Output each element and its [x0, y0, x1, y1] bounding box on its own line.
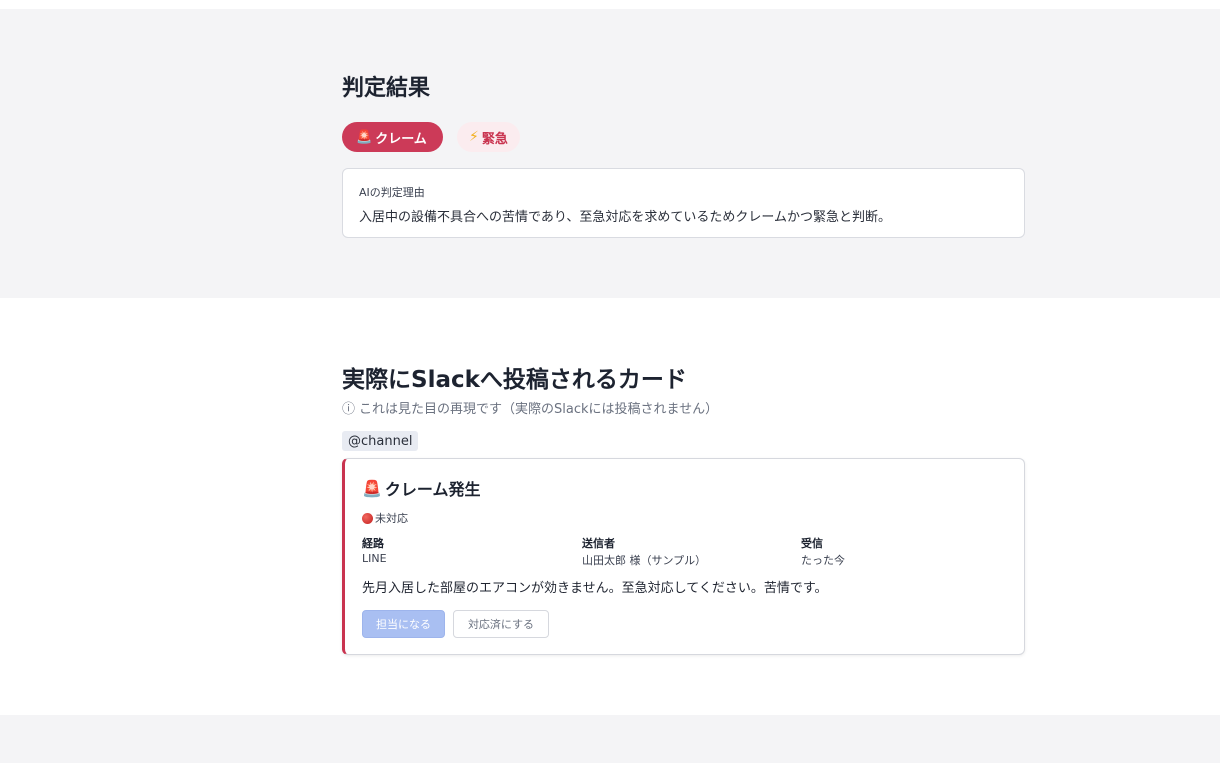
field-value: たった今 — [801, 554, 845, 567]
status-badge: 未対応 — [362, 510, 408, 526]
top-strip — [0, 0, 1220, 9]
preview-note: ⓘ これは見た目の再現です（実際のSlackには投稿されません） — [342, 398, 718, 417]
urgent-badge: ⚡ 緊急 — [457, 122, 520, 152]
card-title: 🚨 クレーム発生 — [362, 476, 480, 500]
field-sender: 送信者 山田太郎 様（サンプル） — [582, 535, 706, 568]
mark-done-button[interactable]: 対応済にする — [453, 610, 549, 638]
channel-mention: @channel — [342, 431, 419, 451]
judgement-section — [0, 9, 1220, 298]
slack-card: 🚨 クレーム発生 未対応 経路 LINE 送信者 山田太郎 様（サンプル） 受信… — [342, 458, 1025, 655]
card-message: 先月入居した部屋のエアコンが効きません。至急対応してください。苦情です。 — [362, 581, 828, 596]
red-circle-icon — [362, 512, 373, 524]
ai-reason-text: 入居中の設備不具合への苦情であり、至急対応を求めているためクレームかつ緊急と判断… — [359, 210, 891, 225]
field-label: 経路 — [362, 537, 384, 550]
claim-badge: 🚨 クレーム — [342, 122, 443, 152]
judgement-title: 判定結果 — [342, 76, 431, 101]
field-received: 受信 たった今 — [801, 535, 845, 568]
field-value: LINE — [362, 552, 387, 565]
field-label: 受信 — [801, 537, 823, 550]
bottom-section — [0, 715, 1220, 763]
info-icon: ⓘ — [342, 402, 356, 417]
field-label: 送信者 — [582, 537, 615, 550]
status-text: 未対応 — [375, 512, 408, 525]
card-title-text: クレーム発生 — [384, 480, 481, 499]
ai-reason-label: AIの判定理由 — [359, 186, 425, 199]
rotating-light-icon: 🚨 — [362, 478, 382, 498]
urgent-badge-label: 緊急 — [481, 131, 508, 147]
field-value: 山田太郎 様（サンプル） — [582, 554, 707, 567]
ai-reason-box: AIの判定理由 入居中の設備不具合への苦情であり、至急対応を求めているためクレー… — [342, 168, 1025, 238]
rotating-light-icon: 🚨 — [356, 129, 373, 145]
preview-note-text: これは見た目の再現です（実際のSlackには投稿されません） — [359, 402, 719, 417]
lightning-icon: ⚡ — [469, 129, 479, 145]
claim-badge-label: クレーム — [375, 131, 427, 147]
field-route: 経路 LINE — [362, 535, 387, 565]
slack-preview-title: 実際にSlackへ投稿されるカード — [342, 367, 687, 393]
assign-button[interactable]: 担当になる — [362, 610, 445, 638]
